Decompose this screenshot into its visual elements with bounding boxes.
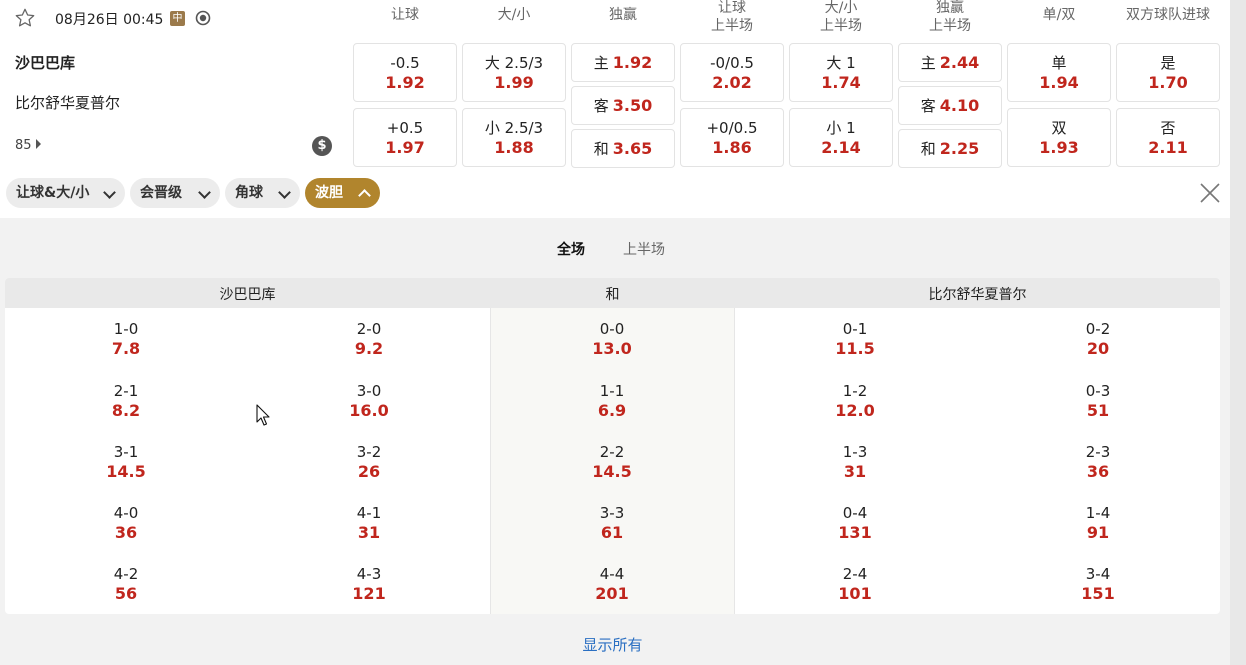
score-cell[interactable]: 0-0 13.0 — [552, 319, 672, 359]
odd-odd[interactable]: 单 1.94 — [1007, 43, 1111, 102]
show-all-link[interactable]: 显示所有 — [0, 634, 1225, 655]
score-cell[interactable]: 0-3 51 — [1038, 381, 1158, 421]
mouse-pointer-icon — [256, 404, 270, 426]
score-cell[interactable]: 1-3 31 — [795, 442, 915, 482]
score-cell[interactable]: 2-0 9.2 — [309, 319, 429, 359]
score-cell[interactable]: 1-0 7.8 — [66, 319, 186, 359]
score-table-header: 沙巴巴库 和 比尔舒华夏普尔 — [5, 278, 1220, 308]
correct-score-panel: 全场 上半场 沙巴巴库 和 比尔舒华夏普尔 1-0 7.8 2-1 8.2 3-1 1… — [0, 218, 1230, 665]
odd-handicap-1h-away[interactable]: +0/0.5 1.86 — [680, 108, 784, 167]
score-cell[interactable]: 0-1 11.5 — [795, 319, 915, 359]
col-head-both-score: 双方球队进球 — [1126, 7, 1210, 23]
odd-moneyline-1h-draw[interactable]: 和 2.25 — [898, 129, 1002, 168]
score-cell[interactable]: 1-1 6.9 — [552, 381, 672, 421]
score-cell[interactable]: 4-3 121 — [309, 564, 429, 604]
tab-correct-score[interactable]: 波胆 — [305, 178, 380, 208]
odd-handicap-away[interactable]: +0.5 1.97 — [353, 108, 457, 167]
col-head-moneyline: 独赢 — [609, 7, 637, 23]
odd-handicap-1h-home[interactable]: -0/0.5 2.02 — [680, 43, 784, 102]
tab-corners[interactable]: 角球 — [225, 178, 300, 208]
score-cell[interactable]: 2-2 14.5 — [552, 442, 672, 482]
tab-handicap-ou[interactable]: 让球&大/小 — [6, 178, 125, 208]
col-head-handicap: 让球 — [391, 7, 419, 23]
more-markets-link[interactable]: 85 — [15, 138, 41, 153]
tab-first-half[interactable]: 上半场 — [623, 239, 665, 259]
score-cell[interactable]: 1-4 91 — [1038, 503, 1158, 543]
chevron-right-icon — [35, 139, 41, 149]
score-cell[interactable]: 2-3 36 — [1038, 442, 1158, 482]
score-cell[interactable]: 1-2 12.0 — [795, 381, 915, 421]
score-cell[interactable]: 0-4 131 — [795, 503, 915, 543]
score-cell[interactable]: 4-4 201 — [552, 564, 672, 604]
scrollbar-track[interactable] — [1230, 0, 1246, 665]
header-draw: 和 — [605, 287, 620, 303]
score-cell[interactable]: 3-1 14.5 — [66, 442, 186, 482]
home-team-name: 沙巴巴库 — [15, 54, 76, 72]
score-cell[interactable]: 3-0 16.0 — [309, 381, 429, 421]
score-table: 沙巴巴库 和 比尔舒华夏普尔 1-0 7.8 2-1 8.2 3-1 14.5 4-0… — [5, 278, 1220, 614]
header-away-team: 比尔舒华夏普尔 — [928, 287, 1027, 303]
odd-moneyline-1h-away[interactable]: 客 4.10 — [898, 86, 1002, 125]
odd-moneyline-draw[interactable]: 和 3.65 — [571, 129, 675, 168]
score-cell[interactable]: 2-1 8.2 — [66, 381, 186, 421]
score-cell[interactable]: 3-2 26 — [309, 442, 429, 482]
odd-under-1h[interactable]: 小 1 2.14 — [789, 108, 893, 167]
match-page: 08月26日 00:45 中 沙巴巴库 比尔舒华夏普尔 85 $ 让球 大/小 … — [0, 0, 1230, 665]
zh-badge: 中 — [170, 11, 185, 26]
chevron-up-icon — [358, 189, 371, 202]
col-head-odd-even: 单/双 — [1042, 7, 1076, 23]
odd-both-score-yes[interactable]: 是 1.70 — [1116, 43, 1220, 102]
col-head-over-under: 大/小 — [497, 7, 531, 23]
score-cell[interactable]: 3-3 61 — [552, 503, 672, 543]
more-count-value: 85 — [15, 138, 32, 153]
odd-moneyline-away[interactable]: 客 3.50 — [571, 86, 675, 125]
close-icon[interactable] — [1198, 181, 1222, 205]
score-cell[interactable]: 3-4 151 — [1038, 564, 1158, 604]
dollar-icon[interactable]: $ — [312, 136, 332, 156]
score-cell[interactable]: 0-2 20 — [1038, 319, 1158, 359]
odd-both-score-no[interactable]: 否 2.11 — [1116, 108, 1220, 167]
odd-handicap-home[interactable]: -0.5 1.92 — [353, 43, 457, 102]
live-icon — [195, 10, 211, 26]
odd-moneyline-1h-home[interactable]: 主 2.44 — [898, 43, 1002, 82]
odd-under[interactable]: 小 2.5/3 1.88 — [462, 108, 566, 167]
chevron-down-icon — [198, 186, 211, 199]
tab-advance[interactable]: 会晋级 — [130, 178, 220, 208]
col-head-over-under-1h: 大/小 上半场 — [820, 0, 862, 34]
header-home-team: 沙巴巴库 — [219, 287, 276, 303]
score-cell[interactable]: 4-0 36 — [66, 503, 186, 543]
star-icon[interactable] — [14, 7, 36, 29]
score-cell[interactable]: 2-4 101 — [795, 564, 915, 604]
col-head-handicap-1h: 让球 上半场 — [711, 0, 753, 34]
match-time: 08月26日 00:45 — [55, 12, 164, 28]
away-team-name: 比尔舒华夏普尔 — [15, 94, 121, 112]
chevron-down-icon — [103, 186, 116, 199]
odd-over-1h[interactable]: 大 1 1.74 — [789, 43, 893, 102]
odd-moneyline-home[interactable]: 主 1.92 — [571, 43, 675, 82]
score-cell[interactable]: 4-1 31 — [309, 503, 429, 543]
score-cell[interactable]: 4-2 56 — [66, 564, 186, 604]
chevron-down-icon — [278, 186, 291, 199]
odd-over[interactable]: 大 2.5/3 1.99 — [462, 43, 566, 102]
tab-full-time[interactable]: 全场 — [557, 239, 585, 259]
odd-even[interactable]: 双 1.93 — [1007, 108, 1111, 167]
col-head-moneyline-1h: 独赢 上半场 — [929, 0, 971, 34]
match-info: 08月26日 00:45 中 沙巴巴库 比尔舒华夏普尔 85 $ — [0, 0, 345, 175]
